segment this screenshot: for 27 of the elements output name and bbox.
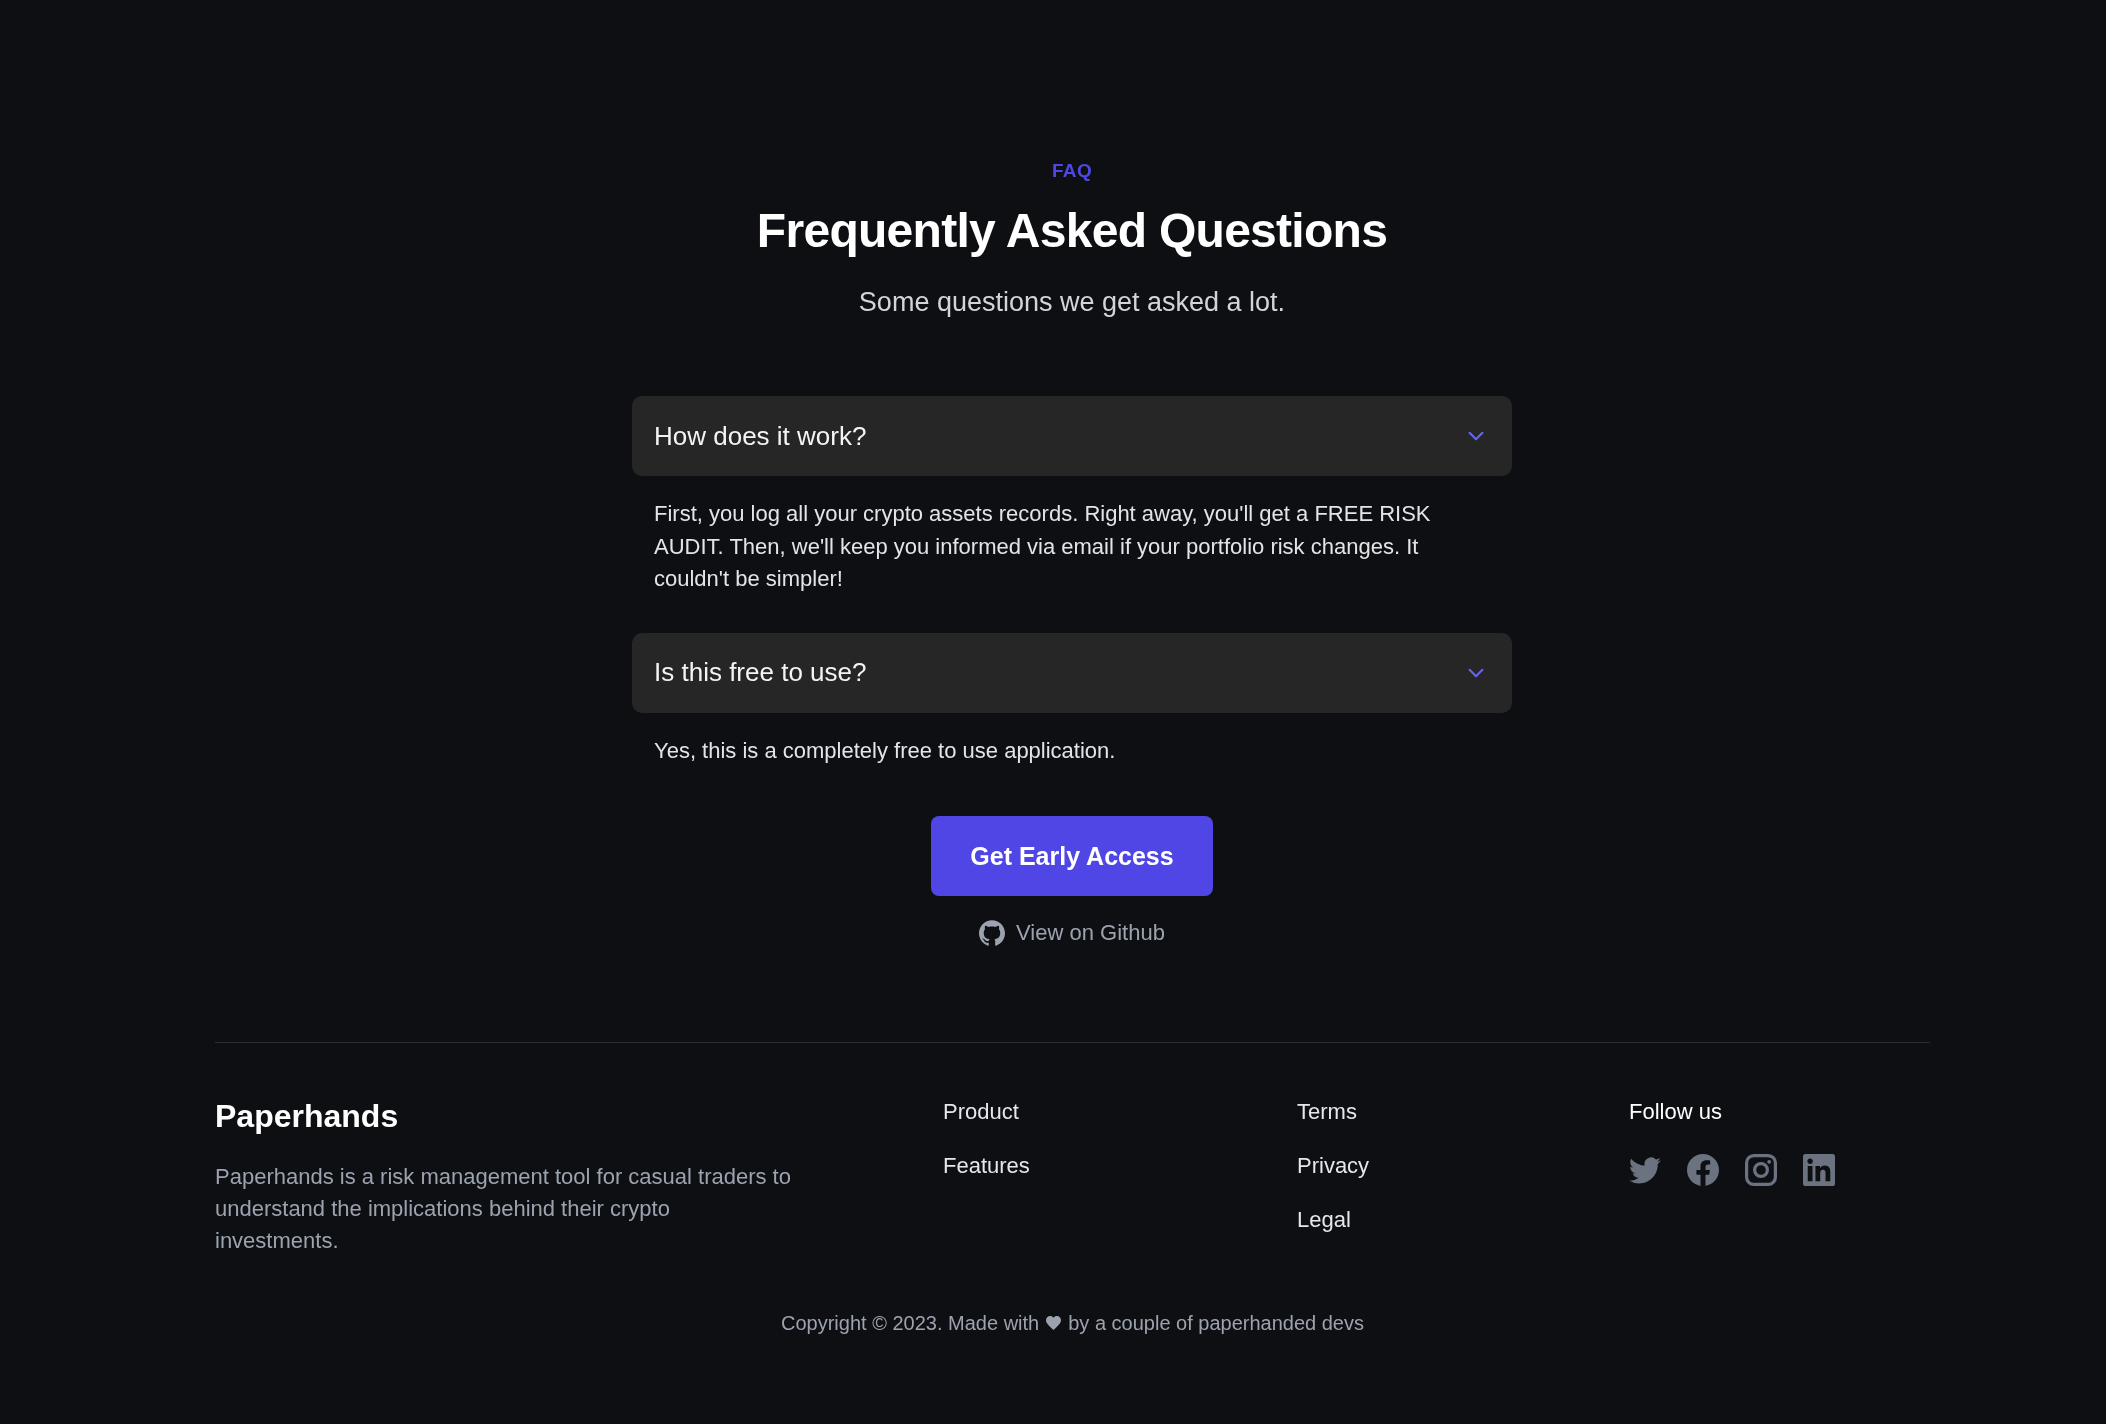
footer-link[interactable]: Legal xyxy=(1297,1205,1351,1235)
chevron-icon xyxy=(1468,431,1484,441)
footer-brand: Paperhands xyxy=(215,1097,400,1136)
answer-text: Yes, this is a completely free to use application. xyxy=(653,736,1117,765)
section-subtitle: Some questions we get asked a lot. xyxy=(858,286,1286,319)
copyright-text: by a couple of paperhanded devs xyxy=(1068,1311,1364,1336)
footer-link[interactable]: Features xyxy=(943,1151,1030,1181)
footer-link[interactable]: Privacy xyxy=(1297,1151,1370,1181)
question-button[interactable]: Is this free to use? xyxy=(632,632,1512,713)
linkedin-icon[interactable] xyxy=(1803,1154,1835,1186)
answer-text: First, you log all your crypto assets records. Right away, you'll get a FREE RISK AUDIT. Then, we'll keep you informed via email if your portfolio risk changes. It couldn't be simpler! xyxy=(653,500,1432,593)
follow-us-heading: Follow us xyxy=(1629,1098,1723,1126)
question-button[interactable]: How does it work? xyxy=(632,396,1512,476)
twitter-icon[interactable] xyxy=(1629,1156,1661,1184)
heart-icon xyxy=(1046,1316,1062,1330)
copyright-text: Copyright © 2023. Made with xyxy=(781,1311,1040,1336)
section-title: Frequently Asked Questions xyxy=(756,203,1388,259)
footer-link[interactable]: Terms xyxy=(1297,1097,1357,1127)
section-label: FAQ xyxy=(1051,159,1093,183)
instagram-icon[interactable] xyxy=(1745,1154,1777,1186)
github-link[interactable]: View on Github xyxy=(979,918,1165,948)
chevron-icon xyxy=(1468,667,1484,678)
github-icon xyxy=(979,920,1006,946)
facebook-icon[interactable] xyxy=(1687,1154,1719,1186)
early-access-button[interactable]: Get Early Access xyxy=(931,816,1213,896)
footer-link[interactable]: Product xyxy=(943,1097,1019,1127)
footer-description: Paperhands is a risk management tool for casual traders to understand the implications behind their crypto investments. xyxy=(215,1163,792,1255)
